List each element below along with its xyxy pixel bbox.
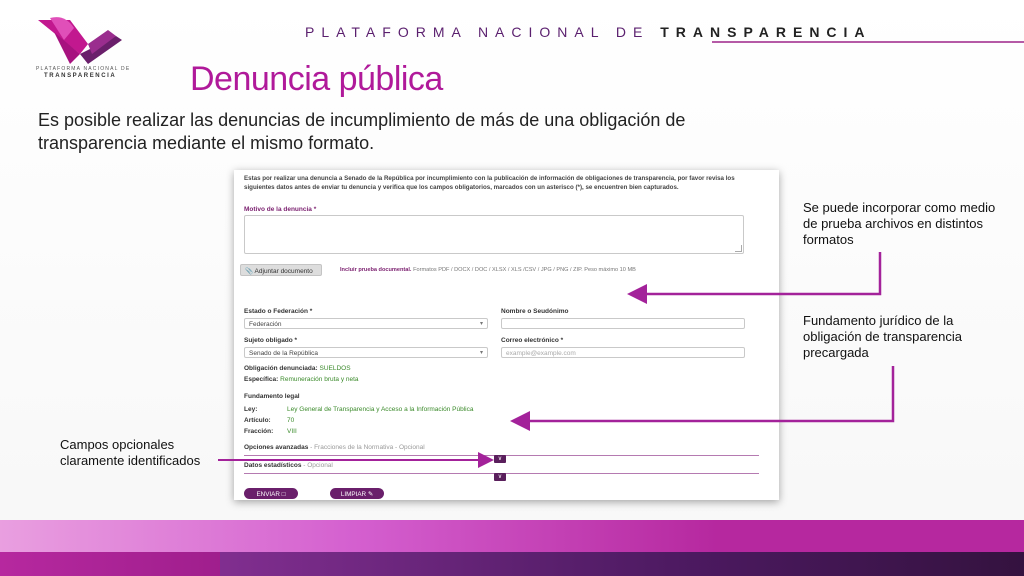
fraccion-row: Fracción: VIII: [244, 426, 473, 437]
correo-input[interactable]: example@example.com: [501, 347, 745, 358]
motivo-label: Motivo de la denuncia *: [244, 206, 317, 213]
brand-strong: TRANSPARENCIA: [660, 24, 872, 40]
especifica-value: Remuneración bruta y neta: [280, 376, 359, 383]
logo-text-line1: PLATAFORMA NACIONAL DE: [36, 66, 131, 72]
clear-button-label: LIMPIAR: [340, 491, 367, 498]
correo-label: Correo electrónico *: [501, 337, 564, 344]
fraccion-key: Fracción:: [244, 428, 274, 435]
correo-placeholder: example@example.com: [506, 350, 576, 357]
annotation-formats: Se puede incorporar como medio de prueba…: [803, 200, 996, 247]
document-icon: □: [281, 491, 286, 498]
sujeto-value: Senado de la República: [249, 350, 319, 357]
annotation-legal: Fundamento jurídico de la obligación de …: [803, 313, 962, 360]
articulo-row: Artículo: 70: [244, 415, 473, 426]
legal-title: Fundamento legal: [244, 393, 300, 400]
articulo-key: Artículo:: [244, 417, 271, 424]
chevron-down-icon[interactable]: ∨: [494, 473, 506, 481]
select-caret-icon: ▾: [479, 350, 483, 356]
statistics-label: Datos estadísticos: [244, 462, 302, 469]
nombre-input[interactable]: [501, 318, 745, 329]
estado-value: Federación: [249, 321, 282, 328]
brand-rule: [712, 41, 1024, 43]
brand-prefix: PLATAFORMA NACIONAL DE: [305, 24, 650, 40]
clear-button[interactable]: LIMPIAR ✎: [330, 488, 384, 499]
fraccion-value: VIII: [287, 428, 297, 435]
resize-handle-icon[interactable]: [735, 245, 742, 252]
footer-band-pink: [0, 520, 1024, 552]
logo-text-line2: TRANSPARENCIA: [44, 73, 117, 79]
estado-select[interactable]: Federación ▾: [244, 318, 488, 329]
complaint-form-panel: Estas por realizar una denuncia a Senado…: [234, 170, 779, 500]
footer-band-violet: [220, 552, 1024, 576]
obligacion-key: Obligación denunciada:: [244, 365, 318, 372]
statistics-optional: - Opcional: [301, 462, 333, 469]
brand-heading: PLATAFORMA NACIONAL DE TRANSPARENCIA: [305, 24, 872, 40]
obligacion-row: Obligación denunciada: SUELDOS: [244, 365, 351, 372]
estado-label: Estado o Federación *: [244, 308, 313, 315]
page-title: Denuncia pública: [190, 60, 443, 98]
lead-paragraph: Es posible realizar las denuncias de inc…: [38, 110, 686, 153]
sujeto-select[interactable]: Senado de la República ▾: [244, 347, 488, 358]
select-caret-icon: ▾: [479, 321, 483, 327]
send-button-label: ENVIAR: [256, 491, 280, 498]
advanced-options-optional: - Fracciones de la Normativa - Opcional: [308, 444, 425, 451]
sujeto-label: Sujeto obligado *: [244, 337, 298, 344]
annotation-optional: Campos opcionales claramente identificad…: [60, 437, 201, 468]
especifica-row: Específica: Remuneración bruta y neta: [244, 376, 359, 383]
nombre-label: Nombre o Seudónimo: [501, 308, 569, 315]
motivo-textarea[interactable]: [244, 215, 744, 254]
articulo-value: 70: [287, 417, 295, 424]
ley-row: Ley: Ley General de Transparencia y Acces…: [244, 404, 473, 415]
especifica-key: Específica:: [244, 376, 279, 383]
attach-note: Incluir prueba documental. Formatos PDF …: [340, 267, 636, 273]
send-button[interactable]: ENVIAR □: [244, 488, 298, 499]
ley-key: Ley:: [244, 406, 258, 413]
attach-document-button[interactable]: 📎 Adjuntar documento: [240, 264, 322, 276]
eraser-icon: ✎: [367, 491, 374, 498]
ley-value: Ley General de Transparencia y Acceso a …: [287, 406, 474, 413]
attach-button-label: Adjuntar documento: [254, 268, 313, 275]
obligacion-value: SUELDOS: [319, 365, 351, 372]
attach-note-strong: Incluir prueba documental.: [340, 267, 412, 273]
attach-note-formats: Formatos PDF / DOCX / DOC / XLSX / XLS /…: [413, 267, 636, 273]
form-intro: Estas por realizar una denuncia a Senado…: [244, 175, 735, 191]
paperclip-icon: 📎: [245, 268, 254, 275]
slide: PLATAFORMA NACIONAL DE TRANSPARENCIA PLA…: [0, 0, 1024, 576]
advanced-options-label: Opciones avanzadas: [244, 444, 309, 451]
legal-block: Ley: Ley General de Transparencia y Acces…: [244, 404, 473, 437]
